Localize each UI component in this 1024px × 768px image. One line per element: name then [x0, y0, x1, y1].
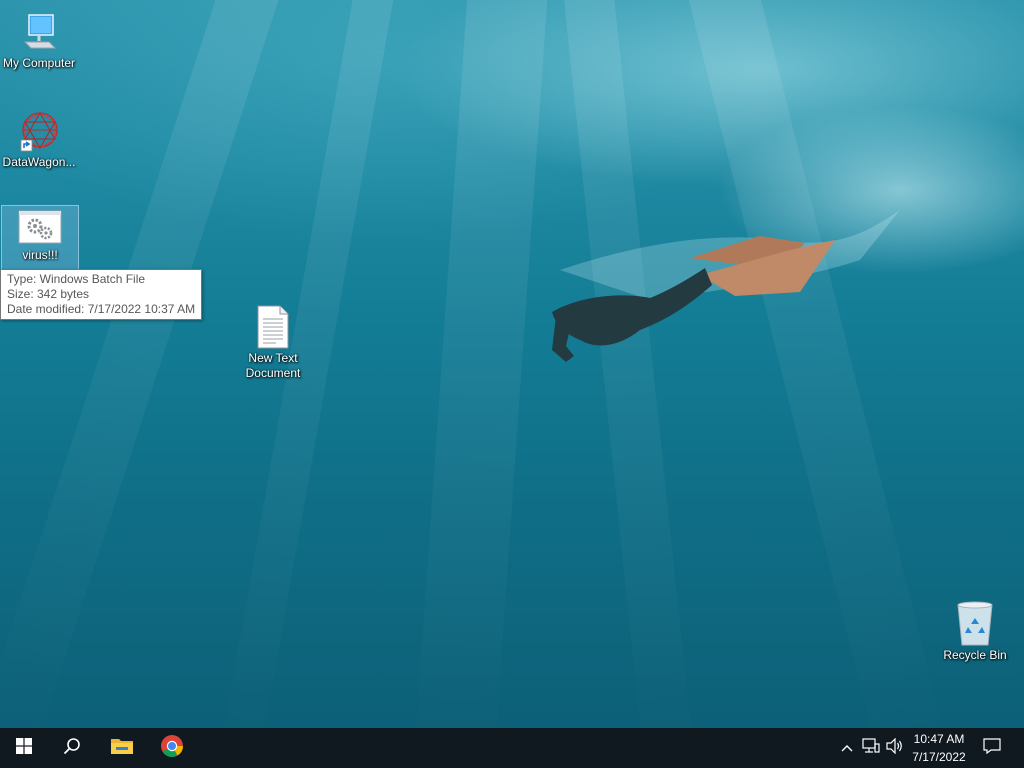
windows-logo-icon [16, 737, 32, 759]
computer-icon [15, 8, 63, 56]
recycle-bin-icon [951, 600, 999, 648]
chrome-icon [160, 734, 184, 763]
desktop-icon-my-computer[interactable]: My Computer [1, 8, 77, 71]
taskbar-chrome[interactable] [148, 728, 196, 768]
desktop-icon-label: My Computer [2, 56, 76, 70]
desktop-icon-new-text-document[interactable]: New Text Document [235, 303, 311, 381]
taskbar-file-explorer[interactable] [98, 728, 146, 768]
network-icon [862, 737, 880, 759]
text-document-icon [249, 303, 297, 351]
desktop-icon-label: virus!!! [22, 248, 58, 262]
volume-button[interactable] [884, 728, 906, 768]
desktop-icon-label: Recycle Bin [943, 648, 1007, 662]
action-center-button[interactable] [978, 728, 1006, 768]
desktop-icon-label: New Text Document [245, 351, 301, 380]
start-button[interactable] [0, 728, 48, 768]
search-icon [63, 737, 81, 760]
file-info-tooltip: Type: Windows Batch File Size: 342 bytes… [0, 269, 203, 320]
chevron-up-icon [841, 739, 853, 757]
folder-icon [110, 736, 134, 761]
tooltip-type: Type: Windows Batch File [7, 272, 146, 286]
action-center-icon [983, 737, 1001, 759]
freediver-illustration [552, 210, 900, 362]
desktop-icon-virus-batch-file[interactable]: virus!!! [1, 205, 79, 271]
show-hidden-icons-button[interactable] [838, 728, 856, 768]
search-button[interactable] [48, 728, 96, 768]
network-status-button[interactable] [860, 728, 882, 768]
desktop-icon-recycle-bin[interactable]: Recycle Bin [937, 600, 1013, 663]
clock-time: 10:47 AM [913, 732, 965, 746]
batch-file-icon [16, 206, 64, 248]
taskbar: 10:47 AM 7/17/2022 [0, 728, 1024, 768]
desktop-wallpaper: My Computer DataWagon... virus!!! Type: … [0, 0, 1024, 728]
taskbar-clock[interactable]: 10:47 AM 7/17/2022 [904, 730, 974, 766]
tooltip-date-modified: Date modified: 7/17/2022 10:37 AM [7, 302, 196, 316]
volume-icon [886, 737, 904, 759]
datawagon-icon [15, 107, 63, 155]
tooltip-size: Size: 342 bytes [7, 287, 90, 301]
clock-date: 7/17/2022 [912, 750, 966, 764]
desktop-icon-datawagon[interactable]: DataWagon... [1, 107, 77, 170]
desktop-icon-label: DataWagon... [2, 155, 76, 169]
